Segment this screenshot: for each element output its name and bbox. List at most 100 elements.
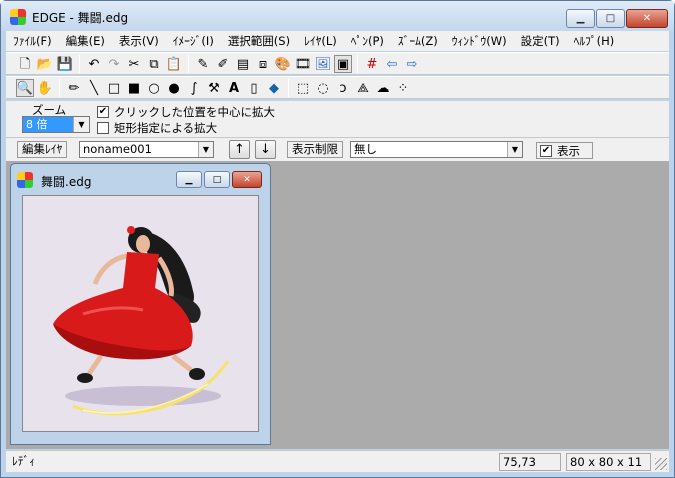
menu-file[interactable]: ﾌｧｲﾙ(F)	[6, 33, 59, 49]
chevron-down-icon[interactable]: ▼	[198, 142, 213, 157]
menu-image[interactable]: ｲﾒｰｼﾞ(I)	[166, 33, 221, 49]
maximize-icon: □	[605, 13, 616, 24]
document-title: 舞闘.edg	[41, 175, 92, 189]
layer-down-button[interactable]: ↓	[255, 140, 276, 159]
menu-window[interactable]: ｳｨﾝﾄﾞｳ(W)	[445, 33, 514, 49]
dancer-sprite-image	[53, 226, 230, 416]
minimize-icon: ▁	[185, 174, 193, 185]
zoom-select[interactable]: 8 倍 ▼	[22, 116, 90, 133]
menu-edit[interactable]: 編集(E)	[59, 33, 112, 49]
drawing-canvas[interactable]	[22, 195, 259, 432]
document-title-bar[interactable]: 舞闘.edg ▁ □ ✕	[11, 164, 270, 192]
close-icon: ✕	[642, 13, 652, 24]
next-arrow-icon[interactable]: ⇨	[403, 55, 421, 73]
hammer-tool-icon[interactable]: ⚒	[205, 79, 223, 97]
menu-pen[interactable]: ﾍﾟﾝ(P)	[344, 33, 391, 49]
zoom-value: 8 倍	[23, 117, 73, 132]
cloud-select-icon[interactable]: ☁	[374, 79, 392, 97]
maximize-button[interactable]: □	[596, 9, 625, 28]
menu-bar: ﾌｧｲﾙ(F) 編集(E) 表示(V) ｲﾒｰｼﾞ(I) 選択範囲(S) ﾚｲﾔ…	[6, 31, 669, 51]
polygon-select-icon[interactable]: ⟁	[354, 79, 372, 97]
maximize-icon: □	[212, 174, 222, 185]
redo-icon[interactable]: ↷	[105, 55, 123, 73]
show-layer-label: 表示	[557, 143, 580, 158]
new-file-icon[interactable]: 🗋	[16, 55, 34, 73]
layer-copy-icon[interactable]: ⧈	[254, 55, 272, 73]
close-button[interactable]: ✕	[626, 9, 668, 28]
doc-maximize-button[interactable]: □	[204, 171, 230, 188]
grid-icon[interactable]: ▤	[234, 55, 252, 73]
status-text: ﾚﾃﾞｨ	[12, 454, 35, 468]
standard-toolbar: 🗋 📂 💾 ↶ ↷ ✂ ⧉ 📋 ✎ ✐ ▤ ⧈ 🎨 🎞 🖼 ▣ # ⇦ ⇨	[6, 52, 669, 75]
copy-icon[interactable]: ⧉	[145, 55, 163, 73]
menu-view[interactable]: 表示(V)	[112, 33, 166, 49]
fill-tool-icon[interactable]: ◆	[265, 79, 283, 97]
doc-minimize-button[interactable]: ▁	[176, 171, 202, 188]
line-tool-icon[interactable]: ╲	[85, 79, 103, 97]
eraser-tool-icon[interactable]: ▯	[245, 79, 263, 97]
status-bar: ﾚﾃﾞｨ 75,73 80 x 80 x 11	[6, 450, 669, 472]
film-icon[interactable]: 🎞	[294, 55, 312, 73]
rectangle-tool-icon[interactable]: □	[105, 79, 123, 97]
app-icon	[10, 9, 26, 25]
flip-vertical-icon[interactable]: ✐	[214, 55, 232, 73]
checkbox-box[interactable]	[97, 122, 109, 134]
palette-icon[interactable]: 🎨	[274, 55, 292, 73]
curve-tool-icon[interactable]: ∫	[185, 79, 203, 97]
minimize-button[interactable]: ▁	[566, 9, 595, 28]
show-layer-checkbox[interactable]: ✔ 表示	[536, 142, 593, 159]
chevron-down-icon[interactable]: ▼	[507, 142, 522, 157]
chevron-down-icon[interactable]: ▼	[73, 117, 89, 132]
checkbox-box[interactable]: ✔	[540, 144, 552, 157]
display-limit-value: 無し	[354, 142, 377, 156]
lasso-select-icon[interactable]: ↄ	[334, 79, 352, 97]
pen-tool-icon[interactable]: ✏	[65, 79, 83, 97]
hand-tool-icon[interactable]: ✋	[36, 79, 54, 97]
preview-icon[interactable]: ▣	[334, 55, 352, 73]
save-icon[interactable]: 💾	[56, 55, 74, 73]
center-zoom-checkbox[interactable]: ✔ クリックした位置を中心に拡大	[97, 104, 275, 120]
drawing-toolbar: 🔍 ✋ ✏ ╲ □ ■ ○ ● ∫ ⚒ A ▯ ◆ ⬚ ◌ ↄ ⟁ ☁ ⁘	[6, 76, 669, 99]
display-limit-label: 表示制限	[287, 141, 343, 158]
cut-icon[interactable]: ✂	[125, 55, 143, 73]
layer-panel: 編集ﾚｲﾔ noname001 ▼ ↑ ↓ 表示制限 無し ▼ ✔ 表示	[6, 138, 669, 162]
display-limit-select[interactable]: 無し ▼	[350, 141, 523, 158]
rect-zoom-label: 矩形指定による拡大	[114, 121, 218, 135]
checkbox-box[interactable]: ✔	[97, 106, 109, 118]
resize-grip-icon[interactable]	[655, 458, 667, 470]
close-icon: ✕	[243, 174, 251, 185]
menu-selection[interactable]: 選択範囲(S)	[221, 33, 297, 49]
center-zoom-label: クリックした位置を中心に拡大	[114, 105, 275, 119]
pixel-grid-icon[interactable]: #	[363, 55, 381, 73]
layer-select[interactable]: noname001 ▼	[79, 141, 214, 158]
menu-help[interactable]: ﾍﾙﾌﾟ(H)	[567, 33, 622, 49]
menu-settings[interactable]: 設定(T)	[514, 33, 567, 49]
menu-zoom[interactable]: ｽﾞｰﾑ(Z)	[391, 33, 445, 49]
ellipse-select-icon[interactable]: ◌	[314, 79, 332, 97]
rect-zoom-checkbox[interactable]: 矩形指定による拡大	[97, 120, 217, 136]
ellipse-tool-icon[interactable]: ○	[145, 79, 163, 97]
rect-select-icon[interactable]: ⬚	[294, 79, 312, 97]
layer-select-value: noname001	[83, 142, 152, 156]
layer-up-button[interactable]: ↑	[229, 140, 250, 159]
filled-ellipse-tool-icon[interactable]: ●	[165, 79, 183, 97]
zoom-tool-icon[interactable]: 🔍	[16, 79, 34, 97]
undo-icon[interactable]: ↶	[85, 55, 103, 73]
edit-layer-label: 編集ﾚｲﾔ	[17, 141, 68, 158]
image-size: 80 x 80 x 11	[566, 453, 651, 471]
filled-rectangle-tool-icon[interactable]: ■	[125, 79, 143, 97]
window-title: EDGE - 舞闘.edg	[32, 11, 129, 25]
doc-close-button[interactable]: ✕	[232, 171, 262, 188]
title-bar[interactable]: EDGE - 舞闘.edg ▁ □ ✕	[1, 1, 674, 31]
flip-horizontal-icon[interactable]: ✎	[194, 55, 212, 73]
magic-select-icon[interactable]: ⁘	[394, 79, 412, 97]
paste-icon[interactable]: 📋	[165, 55, 183, 73]
cursor-coords: 75,73	[499, 453, 561, 471]
open-folder-icon[interactable]: 📂	[36, 55, 54, 73]
minimize-icon: ▁	[576, 13, 585, 24]
menu-layer[interactable]: ﾚｲﾔ(L)	[297, 33, 344, 49]
document-window: 舞闘.edg ▁ □ ✕	[10, 163, 271, 445]
image-icon[interactable]: 🖼	[314, 55, 332, 73]
prev-arrow-icon[interactable]: ⇦	[383, 55, 401, 73]
text-tool-icon[interactable]: A	[225, 79, 243, 97]
